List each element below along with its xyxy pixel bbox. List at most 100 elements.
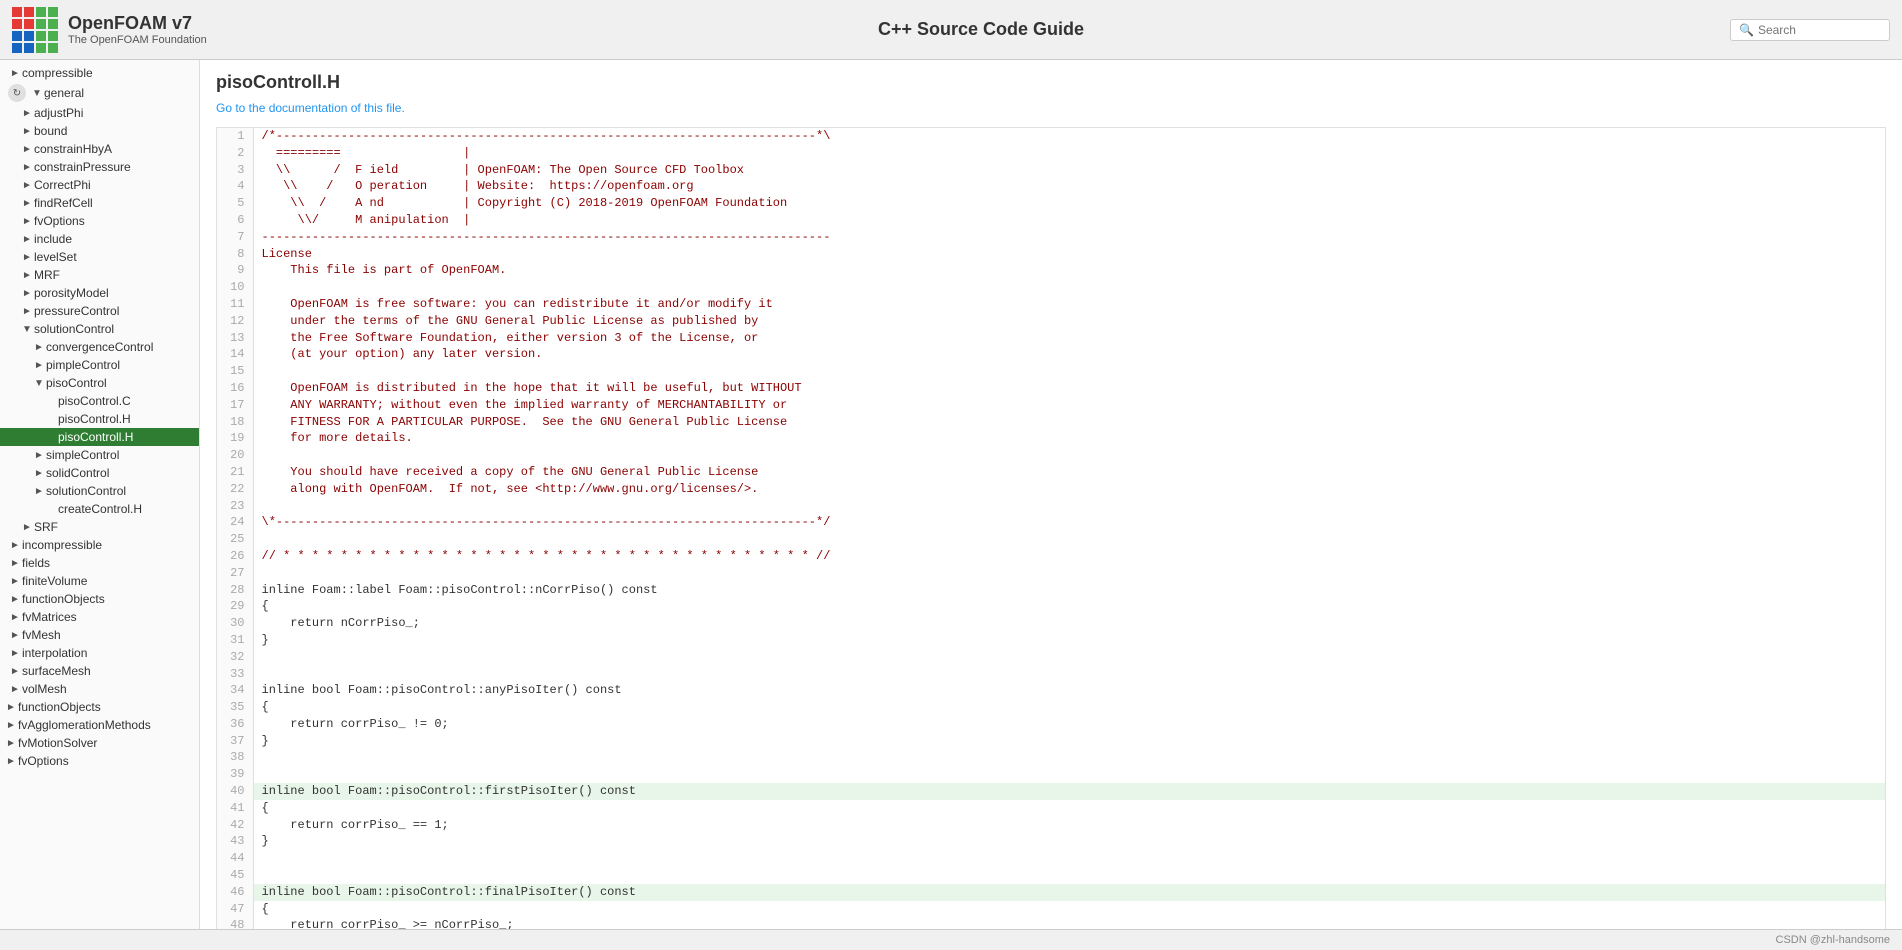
code-container[interactable]: 1/*-------------------------------------… (216, 127, 1886, 929)
code-line: 7---------------------------------------… (217, 229, 1885, 246)
line-code: inline bool Foam::pisoControl::finalPiso… (253, 884, 1885, 901)
sidebar-item-levelSet[interactable]: ►levelSet (0, 248, 199, 266)
code-line: 43} (217, 833, 1885, 850)
sidebar-item-porosityModel[interactable]: ►porosityModel (0, 284, 199, 302)
sidebar-item-convergenceControl[interactable]: ►convergenceControl (0, 338, 199, 356)
line-number: 33 (217, 666, 253, 683)
sidebar-item-interpolation[interactable]: ►interpolation (0, 644, 199, 662)
sidebar-item-bound[interactable]: ►bound (0, 122, 199, 140)
line-number: 32 (217, 649, 253, 666)
line-number: 9 (217, 262, 253, 279)
sidebar-item-pisoControl.C[interactable]: pisoControl.C (0, 392, 199, 410)
code-line: 19 for more details. (217, 430, 1885, 447)
footer: CSDN @zhl-handsome (0, 929, 1902, 950)
code-line: 12 under the terms of the GNU General Pu… (217, 313, 1885, 330)
sidebar-item-solutionControl[interactable]: ▼solutionControl (0, 320, 199, 338)
sidebar-item-adjustPhi[interactable]: ►adjustPhi (0, 104, 199, 122)
line-number: 20 (217, 447, 253, 464)
sidebar-item-finiteVolume[interactable]: ►finiteVolume (0, 572, 199, 590)
sidebar-item-label: volMesh (22, 682, 199, 696)
sidebar-item-fvMesh[interactable]: ►fvMesh (0, 626, 199, 644)
line-number: 31 (217, 632, 253, 649)
line-code (253, 766, 1885, 783)
sidebar-item-constrainPressure[interactable]: ►constrainPressure (0, 158, 199, 176)
sidebar-item-label: fvMatrices (22, 610, 199, 624)
code-line: 48 return corrPiso_ >= nCorrPiso_; (217, 917, 1885, 929)
code-line: 47{ (217, 901, 1885, 918)
sidebar-item-pimpleControl[interactable]: ►pimpleControl (0, 356, 199, 374)
line-code: the Free Software Foundation, either ver… (253, 330, 1885, 347)
sidebar-item-volMesh[interactable]: ►volMesh (0, 680, 199, 698)
sidebar-item-label: include (34, 232, 199, 246)
sidebar-item-incompressible[interactable]: ►incompressible (0, 536, 199, 554)
sidebar-item-SRF[interactable]: ►SRF (0, 518, 199, 536)
line-code: \\ / F ield | OpenFOAM: The Open Source … (253, 162, 1885, 179)
line-code: inline Foam::label Foam::pisoControl::nC… (253, 582, 1885, 599)
sidebar-item-pisoControl.H[interactable]: pisoControl.H (0, 410, 199, 428)
line-number: 35 (217, 699, 253, 716)
sync-button[interactable]: ↻ (8, 84, 26, 102)
sidebar-item-label: general (44, 86, 199, 100)
line-number: 7 (217, 229, 253, 246)
sidebar-item-compressible[interactable]: ►compressible (0, 64, 199, 82)
arrow-icon: ► (20, 126, 34, 137)
code-line: 18 FITNESS FOR A PARTICULAR PURPOSE. See… (217, 414, 1885, 431)
sidebar-item-functionObjects2[interactable]: ►functionObjects (0, 698, 199, 716)
sidebar-item-fvMotionSolver[interactable]: ►fvMotionSolver (0, 734, 199, 752)
doc-link[interactable]: Go to the documentation of this file. (216, 101, 1886, 115)
sidebar-item-label: fvOptions (34, 214, 199, 228)
arrow-icon: ► (8, 576, 22, 587)
line-code: under the terms of the GNU General Publi… (253, 313, 1885, 330)
sidebar-item-solutionControl2[interactable]: ►solutionControl (0, 482, 199, 500)
code-line: 13 the Free Software Foundation, either … (217, 330, 1885, 347)
sidebar-item-label: adjustPhi (34, 106, 199, 120)
sidebar-item-fvOptions[interactable]: ►fvOptions (0, 752, 199, 770)
line-number: 22 (217, 481, 253, 498)
sidebar-item-solidControl[interactable]: ►solidControl (0, 464, 199, 482)
sidebar-item-pisoControll.H[interactable]: pisoControll.H (0, 428, 199, 446)
sidebar-item-MRF[interactable]: ►MRF (0, 266, 199, 284)
code-line: 31} (217, 632, 1885, 649)
line-number: 36 (217, 716, 253, 733)
line-number: 11 (217, 296, 253, 313)
sidebar-item-CorrectPhi[interactable]: ►CorrectPhi (0, 176, 199, 194)
sidebar-item-include[interactable]: ►include (0, 230, 199, 248)
search-input[interactable] (1758, 23, 1858, 37)
code-line: 23 (217, 498, 1885, 515)
sidebar-item-functionObjects[interactable]: ►functionObjects (0, 590, 199, 608)
search-box[interactable]: 🔍 (1730, 19, 1890, 41)
arrow-icon: ► (20, 216, 34, 227)
sidebar-item-fvOptions[interactable]: ►fvOptions (0, 212, 199, 230)
line-number: 39 (217, 766, 253, 783)
line-code (253, 749, 1885, 766)
sidebar-item-fvMatrices[interactable]: ►fvMatrices (0, 608, 199, 626)
sidebar-item-label: CorrectPhi (34, 178, 199, 192)
sidebar-item-createControl.H[interactable]: createControl.H (0, 500, 199, 518)
code-line: 8License (217, 246, 1885, 263)
footer-text: CSDN @zhl-handsome (1776, 934, 1891, 946)
sidebar-item-constrainHbyA[interactable]: ►constrainHbyA (0, 140, 199, 158)
arrow-icon: ► (8, 630, 22, 641)
sidebar-item-general[interactable]: ↻ ▼general (0, 82, 199, 104)
sidebar-item-fields[interactable]: ►fields (0, 554, 199, 572)
line-number: 5 (217, 195, 253, 212)
line-number: 19 (217, 430, 253, 447)
line-number: 16 (217, 380, 253, 397)
sidebar-item-surfaceMesh[interactable]: ►surfaceMesh (0, 662, 199, 680)
sidebar-item-label: pisoControl.C (58, 394, 199, 408)
line-code: inline bool Foam::pisoControl::firstPiso… (253, 783, 1885, 800)
logo-title: OpenFOAM v7 (68, 13, 207, 34)
sidebar-item-label: pisoControl.H (58, 412, 199, 426)
sidebar-item-pressureControl[interactable]: ►pressureControl (0, 302, 199, 320)
sidebar-item-fvAgglomerationMethods[interactable]: ►fvAgglomerationMethods (0, 716, 199, 734)
code-line: 32 (217, 649, 1885, 666)
sidebar-item-pisoControl[interactable]: ▼pisoControl (0, 374, 199, 392)
arrow-icon: ▼ (30, 88, 44, 99)
line-number: 24 (217, 514, 253, 531)
sidebar-item-simpleControl[interactable]: ►simpleControl (0, 446, 199, 464)
code-line: 20 (217, 447, 1885, 464)
sidebar-item-findRefCell[interactable]: ►findRefCell (0, 194, 199, 212)
arrow-icon: ► (20, 522, 34, 533)
line-number: 43 (217, 833, 253, 850)
line-number: 34 (217, 682, 253, 699)
